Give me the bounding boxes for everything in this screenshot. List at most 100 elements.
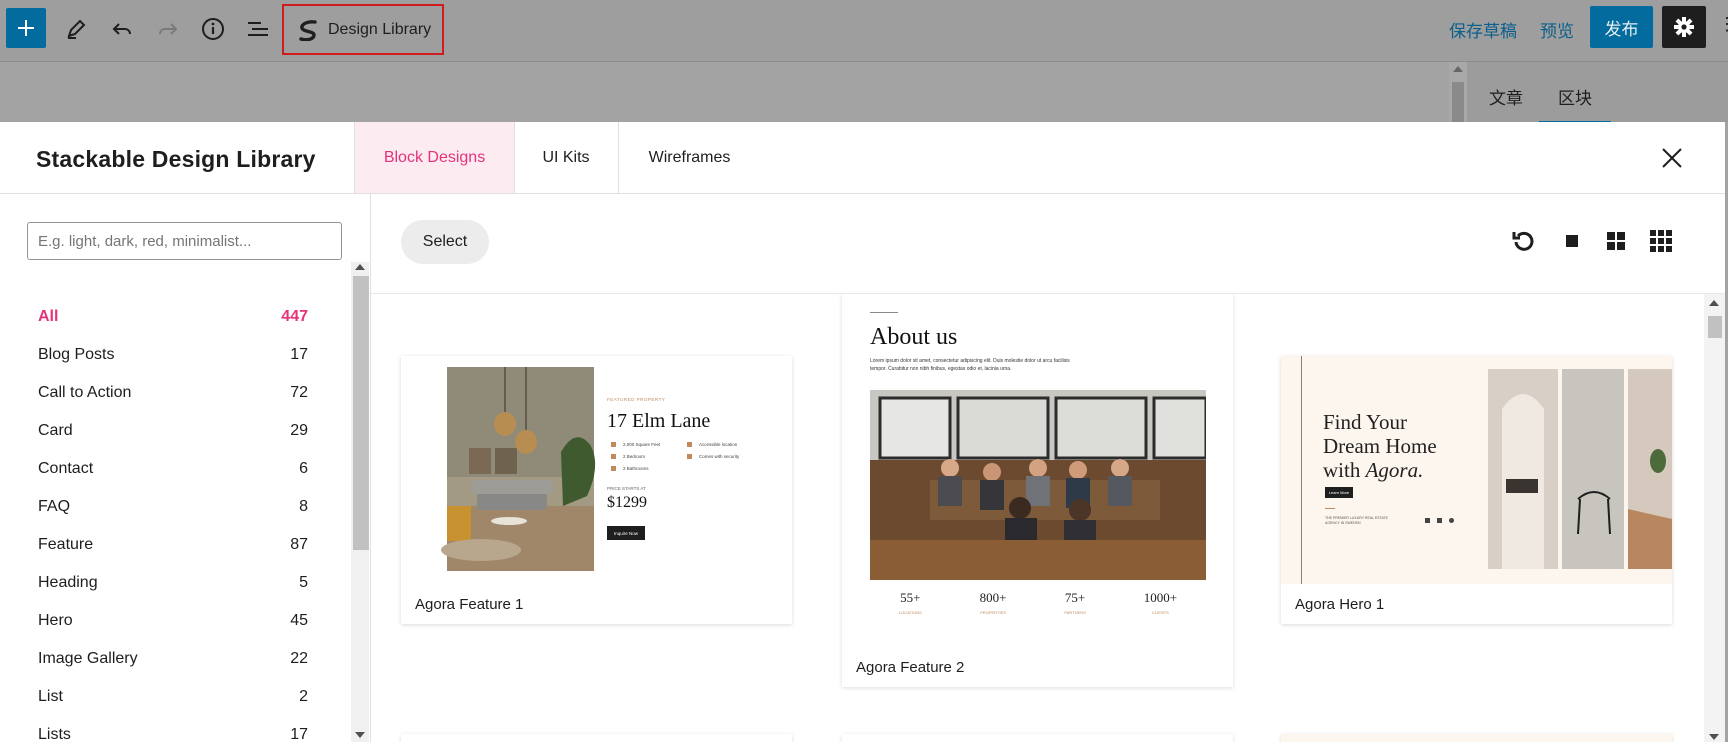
category-item-hero[interactable]: Hero 45 [38, 602, 308, 640]
interior-photo-image [441, 367, 596, 571]
category-sidebar: All447 Blog Posts17 Call to Action72 Car… [0, 194, 371, 742]
details-button[interactable] [193, 9, 233, 49]
list-view-button[interactable] [238, 9, 278, 49]
stat-label: PROPERTIES [980, 610, 1006, 615]
preview-title-line-2: Dream Home [1323, 434, 1437, 458]
preview-title: About us [870, 324, 958, 350]
preview-detail-3: 2 Bedroom [623, 454, 646, 459]
design-preview: FEATURED PROPERTY 17 Elm Lane 2,000 Squa… [401, 356, 792, 584]
publish-button[interactable]: 发布 [1590, 6, 1653, 48]
grid-2-column-button[interactable] [1603, 228, 1629, 254]
redo-icon [159, 23, 178, 35]
category-list: All 447 Blog Posts 17 Call to Action 72 Car… [38, 298, 308, 742]
design-library-label: Design Library [328, 20, 432, 38]
scroll-down-arrow-icon[interactable] [1709, 734, 1719, 740]
gear-icon [1674, 17, 1694, 37]
tab-wireframes[interactable]: Wireframes [619, 122, 760, 193]
add-block-button[interactable] [6, 8, 46, 48]
design-card[interactable] [842, 734, 1233, 742]
editor-toolbar: Design Library 保存草稿 预览 发布 ⋮ [0, 0, 1728, 62]
stat-label: LOCATIONS [898, 610, 922, 615]
category-item-feature[interactable]: Feature 87 [38, 526, 308, 564]
design-card-label: Agora Feature 2 [856, 659, 965, 676]
category-item-all[interactable]: All 447 [38, 298, 308, 336]
settings-sidebar-tabs: 文章 区块 [1467, 62, 1728, 123]
preview-title-line-3: with Agora. [1323, 458, 1424, 482]
three-column-grid-icon [1650, 230, 1672, 252]
preview-eyebrow: FEATURED PROPERTY [607, 397, 666, 402]
design-grid-panel: Select FEATURED PROPERTY 17 Elm Lane 2,0… [371, 194, 1725, 742]
stat-value: 55+ [900, 590, 921, 605]
preview-title-line-1: Find Your [1323, 410, 1408, 434]
preview-learn-button: Learn More [1325, 487, 1353, 498]
design-card-agora-feature-1[interactable]: FEATURED PROPERTY 17 Elm Lane 2,000 Squa… [401, 356, 792, 624]
category-item-image-gallery[interactable]: Image Gallery 22 [38, 640, 308, 678]
preview-footer-text: THE PREMIER LUXURY REAL ESTATE AGENCY IN… [1325, 516, 1389, 526]
category-item-heading[interactable]: Heading 5 [38, 564, 308, 602]
undo-icon [112, 23, 131, 35]
preview-button[interactable]: 预览 [1540, 17, 1574, 42]
design-card-label: Agora Feature 1 [415, 596, 524, 613]
category-item-lists[interactable]: Lists 17 [38, 716, 308, 742]
modal-header: Stackable Design Library Block Designs U… [0, 122, 1725, 194]
category-item-blog-posts[interactable]: Blog Posts 17 [38, 336, 308, 374]
info-icon [202, 18, 224, 40]
category-item-contact[interactable]: Contact 6 [38, 450, 308, 488]
design-card-label: Agora Hero 1 [1295, 596, 1385, 613]
tab-post[interactable]: 文章 [1489, 84, 1523, 109]
more-options-icon[interactable]: ⋮ [1718, 14, 1728, 35]
stat-value: 75+ [1064, 590, 1086, 605]
interior-arch-photos-image [1488, 369, 1672, 569]
settings-button[interactable] [1662, 6, 1706, 48]
stat-value: 1000+ [1143, 590, 1178, 605]
preview-inquire-button: Inquire Now [607, 526, 645, 540]
close-button[interactable] [1658, 144, 1686, 172]
design-card[interactable] [1281, 734, 1672, 742]
design-card[interactable] [401, 734, 792, 742]
preview-detail-2: Accessible location [699, 442, 738, 447]
scroll-up-arrow-icon[interactable] [1709, 300, 1719, 306]
stat-label: PARTNERS [1064, 610, 1086, 615]
refresh-button[interactable] [1511, 228, 1537, 254]
sidebar-scrollbar[interactable] [351, 262, 369, 742]
tab-block[interactable]: 区块 [1539, 84, 1611, 123]
undo-button[interactable] [102, 9, 142, 49]
office-meeting-photo-image [870, 390, 1206, 580]
scroll-up-arrow-icon[interactable] [355, 264, 365, 270]
grid-scrollbar[interactable] [1704, 294, 1725, 742]
canvas-scrollbar[interactable] [1449, 62, 1467, 122]
scrollbar-thumb[interactable] [1708, 316, 1722, 338]
save-draft-button[interactable]: 保存草稿 [1449, 17, 1517, 42]
redo-button[interactable] [148, 9, 188, 49]
plus-icon [18, 20, 34, 36]
edit-tool-button[interactable] [56, 9, 96, 49]
refresh-icon [1512, 231, 1534, 251]
select-button[interactable]: Select [401, 220, 489, 264]
category-item-card[interactable]: Card 29 [38, 412, 308, 450]
tab-ui-kits[interactable]: UI Kits [514, 122, 619, 193]
single-column-icon [1566, 235, 1578, 247]
tab-block-designs[interactable]: Block Designs [354, 122, 515, 193]
stat-label: CLIENTS [1151, 610, 1169, 615]
preview-detail-1: 2,000 Square Feet [623, 442, 661, 447]
pencil-icon [67, 19, 86, 39]
preview-detail-5: 2 Bathrooms [623, 466, 649, 471]
design-preview: About us Lorem ipsum dolor sit amet, con… [842, 294, 1233, 644]
search-input[interactable] [27, 222, 342, 260]
scroll-down-arrow-icon[interactable] [355, 732, 365, 738]
close-icon [1662, 148, 1682, 168]
grid-1-column-button[interactable] [1559, 228, 1585, 254]
stackable-logo-icon [299, 19, 317, 41]
stat-value: 800+ [979, 590, 1007, 605]
design-preview: Find Your Dream Home with Agora. Learn M… [1281, 356, 1672, 584]
preview-detail-4: Comes with security [699, 454, 740, 459]
grid-3-column-button[interactable] [1648, 228, 1674, 254]
category-item-list[interactable]: List 2 [38, 678, 308, 716]
design-card-agora-hero-1[interactable]: Find Your Dream Home with Agora. Learn M… [1281, 356, 1672, 624]
category-item-faq[interactable]: FAQ 8 [38, 488, 308, 526]
design-card-agora-feature-2[interactable]: About us Lorem ipsum dolor sit amet, con… [842, 294, 1233, 687]
design-library-button[interactable]: Design Library [282, 4, 444, 55]
preview-body: Lorem ipsum dolor sit amet, consectetur … [870, 358, 1070, 372]
category-item-call-to-action[interactable]: Call to Action 72 [38, 374, 308, 412]
scrollbar-thumb[interactable] [353, 276, 369, 550]
